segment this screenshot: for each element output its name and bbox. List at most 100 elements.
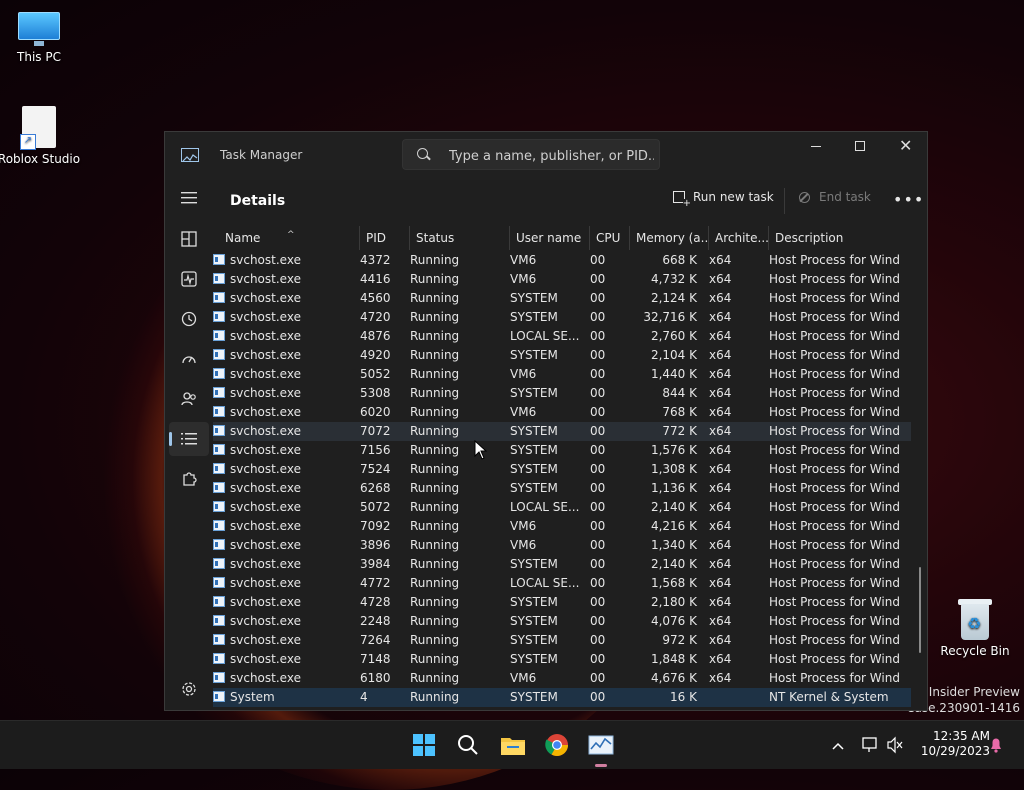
table-row[interactable]: svchost.exe 7148 Running SYSTEM 00 1,848 K x64… xyxy=(213,650,911,669)
cell-cpu: 00 xyxy=(590,443,606,457)
taskbar-clock[interactable]: 12:35 AM 10/29/2023 xyxy=(910,729,990,759)
table-row[interactable]: svchost.exe 3896 Running VM6 00 1,340 K x64 Hos… xyxy=(213,536,911,555)
vertical-scrollbar[interactable] xyxy=(919,567,921,653)
column-header-architecture[interactable]: Archite... xyxy=(709,226,769,250)
table-row[interactable]: svchost.exe 4876 Running LOCAL SE... 00 2,760… xyxy=(213,327,911,346)
start-button[interactable] xyxy=(408,729,440,761)
process-icon xyxy=(213,311,225,322)
left-navigation xyxy=(165,180,213,712)
column-header-description[interactable]: Description xyxy=(769,226,911,250)
nav-users[interactable] xyxy=(169,382,209,416)
nav-startup-apps[interactable] xyxy=(169,342,209,376)
table-row[interactable]: svchost.exe 7264 Running SYSTEM 00 972 K x64 Ho… xyxy=(213,631,911,650)
column-header-status[interactable]: Status xyxy=(410,226,510,250)
minimize-button[interactable] xyxy=(793,132,839,162)
table-row[interactable]: svchost.exe 5308 Running SYSTEM 00 844 K x64 Ho… xyxy=(213,384,911,403)
cell-description: Host Process for Wind... xyxy=(769,253,899,267)
table-row[interactable]: svchost.exe 7072 Running SYSTEM 00 772 K x64 Ho… xyxy=(213,422,911,441)
search-input[interactable] xyxy=(447,145,656,167)
cell-cpu: 00 xyxy=(590,348,606,362)
table-row[interactable]: svchost.exe 6268 Running SYSTEM 00 1,136 K x64… xyxy=(213,479,911,498)
cell-description: NT Kernel & System xyxy=(769,690,889,704)
cell-status: Running xyxy=(410,386,460,400)
cell-user-name: SYSTEM xyxy=(510,462,558,476)
process-icon xyxy=(213,615,225,626)
processes-icon xyxy=(181,231,197,247)
table-row[interactable]: svchost.exe 7524 Running SYSTEM 00 1,308 K x64… xyxy=(213,460,911,479)
maximize-button[interactable] xyxy=(837,132,883,162)
cell-description: Host Process for Wind... xyxy=(769,481,899,495)
table-row[interactable]: svchost.exe 6180 Running VM6 00 4,676 K x64 Hos… xyxy=(213,669,911,688)
volume-muted-icon[interactable] xyxy=(886,721,904,769)
table-row[interactable]: svchost.exe 4772 Running LOCAL SE... 00 1,568… xyxy=(213,574,911,593)
nav-app-history[interactable] xyxy=(169,302,209,336)
desktop-icon-roblox-studio[interactable]: ↗ Roblox Studio xyxy=(0,106,81,166)
cell-memory: 2,104 K xyxy=(650,348,697,362)
cell-architecture: x64 xyxy=(709,652,732,666)
run-new-task-button[interactable]: Run new task xyxy=(673,190,774,212)
history-icon xyxy=(181,311,197,327)
cell-description: Host Process for Wind... xyxy=(769,633,899,647)
more-options-button[interactable]: ••• xyxy=(893,190,924,209)
show-hidden-icons-button[interactable] xyxy=(830,721,846,769)
window-title: Task Manager xyxy=(220,148,303,162)
gear-icon xyxy=(182,682,196,696)
column-header-name[interactable]: Name ^ xyxy=(219,226,360,250)
taskbar-search-button[interactable] xyxy=(452,729,484,761)
taskbar-task-manager[interactable] xyxy=(585,729,617,767)
column-header-user-name[interactable]: User name xyxy=(510,226,590,250)
table-row[interactable]: svchost.exe 5052 Running VM6 00 1,440 K x64 Hos… xyxy=(213,365,911,384)
column-header-pid[interactable]: PID xyxy=(360,226,410,250)
nav-settings[interactable] xyxy=(169,672,209,706)
nav-processes[interactable] xyxy=(169,222,209,256)
cell-memory: 668 K xyxy=(662,253,697,267)
cell-cpu: 00 xyxy=(590,310,606,324)
end-task-button[interactable]: End task xyxy=(799,190,871,204)
table-row[interactable]: svchost.exe 4416 Running VM6 00 4,732 K x64 Hos… xyxy=(213,270,911,289)
table-row[interactable]: svchost.exe 7156 Running SYSTEM 00 1,576 K x64… xyxy=(213,441,911,460)
table-row[interactable]: svchost.exe 2248 Running SYSTEM 00 4,076 K x64… xyxy=(213,612,911,631)
cell-status: Running xyxy=(410,462,460,476)
table-row[interactable]: svchost.exe 7092 Running VM6 00 4,216 K x64 Hos… xyxy=(213,517,911,536)
cell-user-name: VM6 xyxy=(510,405,537,419)
cell-description: Host Process for Wind... xyxy=(769,424,899,438)
title-bar[interactable]: Task Manager ✕ xyxy=(165,132,927,180)
hamburger-menu-button[interactable] xyxy=(169,182,209,216)
desktop-icon-recycle-bin[interactable]: ♻ Recycle Bin xyxy=(933,598,1017,658)
nav-services[interactable] xyxy=(169,462,209,496)
cell-cpu: 00 xyxy=(590,595,606,609)
table-row[interactable]: System 4 Running SYSTEM 00 16 K NT Kernel & Sy… xyxy=(213,688,911,707)
cell-name: svchost.exe xyxy=(213,555,354,574)
cell-pid: 7072 xyxy=(360,424,391,438)
close-button[interactable]: ✕ xyxy=(883,132,929,162)
column-header-memory[interactable]: Memory (a... xyxy=(630,226,709,250)
cell-pid: 4772 xyxy=(360,576,391,590)
process-name: svchost.exe xyxy=(230,253,301,267)
page-header: Details Run new task End task ••• xyxy=(213,180,929,222)
table-row[interactable]: svchost.exe 4720 Running SYSTEM 00 32,716 K x6… xyxy=(213,308,911,327)
sort-ascending-icon: ^ xyxy=(287,230,295,240)
table-row[interactable]: svchost.exe 3984 Running SYSTEM 00 2,140 K x64… xyxy=(213,555,911,574)
notifications-button[interactable] xyxy=(988,721,1004,769)
taskbar-chrome[interactable] xyxy=(541,729,573,761)
cell-cpu: 00 xyxy=(590,272,606,286)
table-row[interactable]: svchost.exe 4728 Running SYSTEM 00 2,180 K x64… xyxy=(213,593,911,612)
process-icon xyxy=(213,387,225,398)
cell-cpu: 00 xyxy=(590,462,606,476)
table-row[interactable]: svchost.exe 5072 Running LOCAL SE... 00 2,140… xyxy=(213,498,911,517)
network-status-icon[interactable] xyxy=(861,721,879,769)
table-row[interactable]: svchost.exe 4372 Running VM6 00 668 K x64 Host … xyxy=(213,251,911,270)
process-name: svchost.exe xyxy=(230,329,301,343)
column-header-cpu[interactable]: CPU xyxy=(590,226,630,250)
table-row[interactable]: svchost.exe 6020 Running VM6 00 768 K x64 Host … xyxy=(213,403,911,422)
table-row[interactable]: svchost.exe 4560 Running SYSTEM 00 2,124 K x64… xyxy=(213,289,911,308)
search-box[interactable] xyxy=(402,139,660,170)
table-row[interactable]: svchost.exe 4920 Running SYSTEM 00 2,104 K x64… xyxy=(213,346,911,365)
nav-details[interactable] xyxy=(169,422,209,456)
cell-status: Running xyxy=(410,557,460,571)
desktop-icon-this-pc[interactable]: This PC xyxy=(0,12,81,64)
cell-cpu: 00 xyxy=(590,557,606,571)
nav-performance[interactable] xyxy=(169,262,209,296)
cell-architecture: x64 xyxy=(709,253,732,267)
taskbar-file-explorer[interactable] xyxy=(497,729,529,761)
